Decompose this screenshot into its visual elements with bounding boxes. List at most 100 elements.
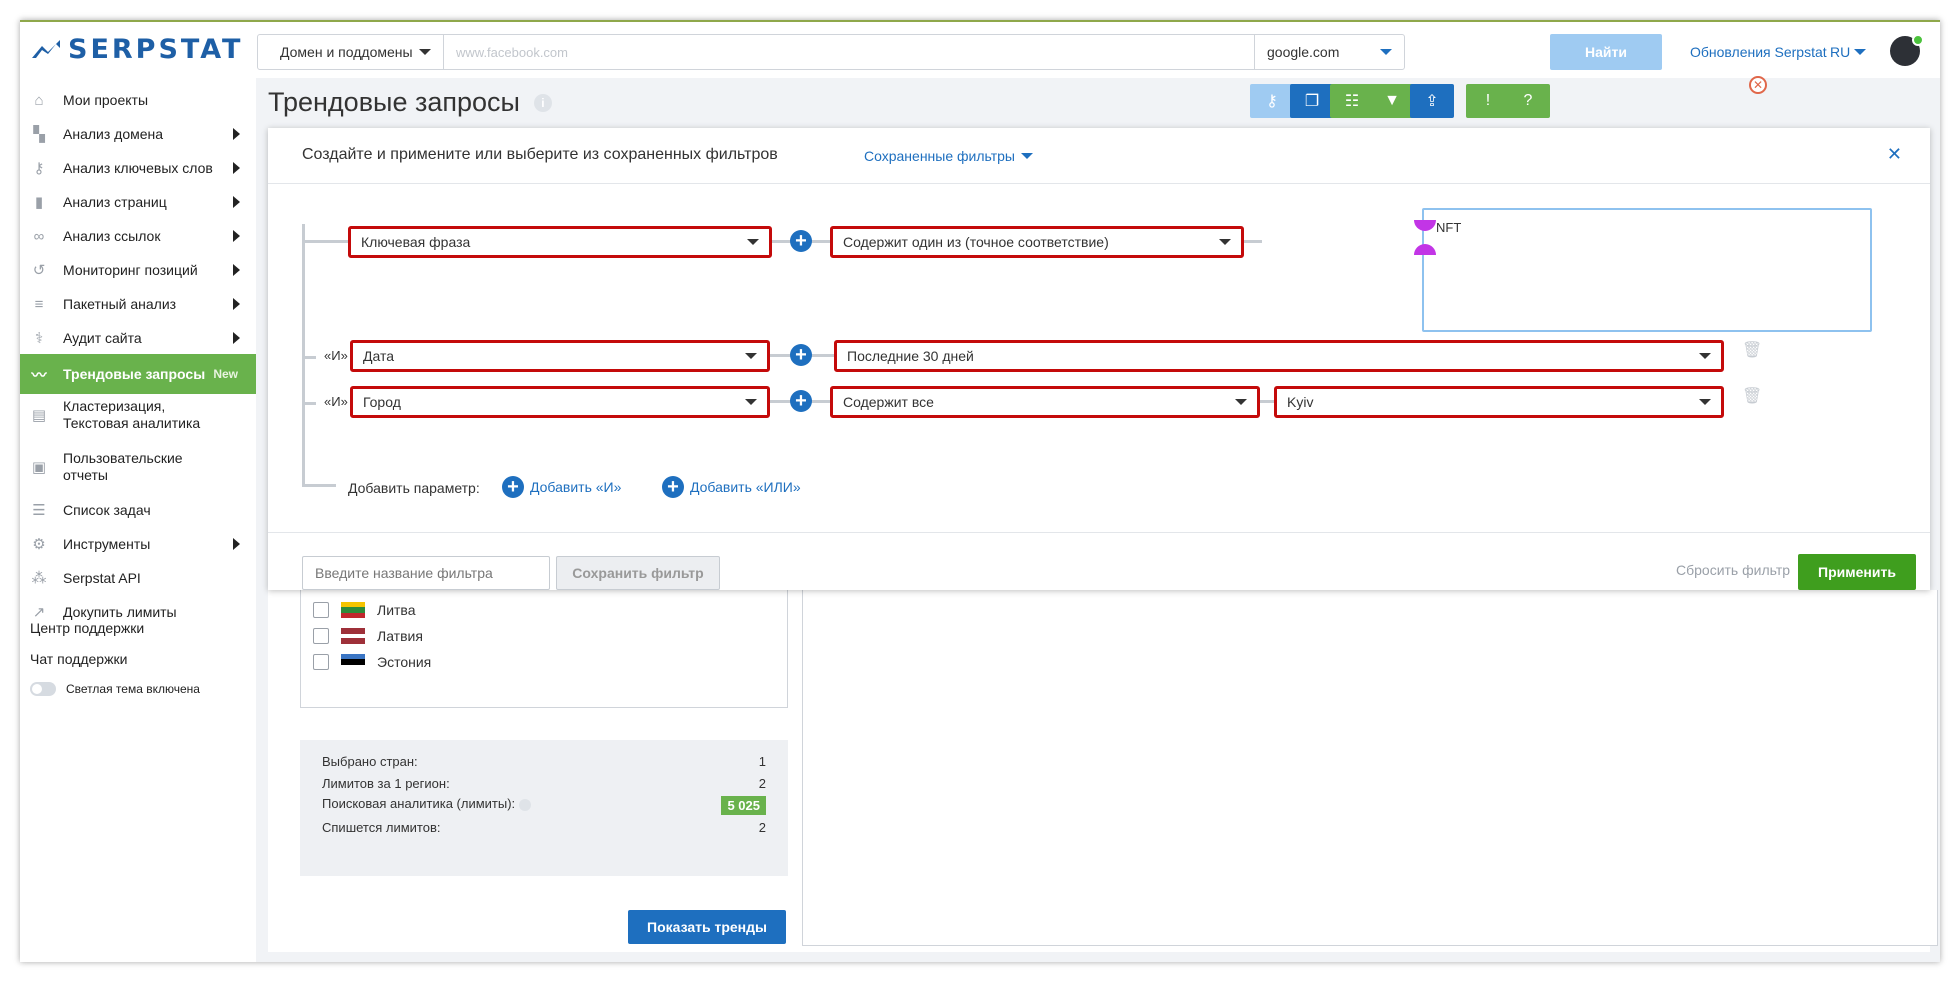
tree-line — [302, 402, 316, 405]
export-tool-button[interactable]: ⇪ — [1410, 84, 1454, 118]
support-center-link[interactable]: Центр поддержки — [30, 620, 144, 636]
sidebar-item-label: Анализ домена — [63, 126, 164, 142]
save-filter-button[interactable]: Сохранить фильтр — [556, 556, 720, 590]
filter-panel-title: Создайте и примените или выберите из сох… — [302, 146, 778, 163]
show-trends-button[interactable]: Показать тренды — [628, 910, 786, 944]
add-and-button[interactable]: + Добавить «И» — [502, 476, 621, 498]
add-and-label: Добавить «И» — [530, 479, 622, 495]
country-checkbox[interactable] — [313, 654, 329, 670]
sidebar-item-label: Мониторинг позиций — [63, 262, 198, 278]
chevron-right-icon — [233, 128, 240, 140]
country-checkbox[interactable] — [313, 602, 329, 618]
list-icon: ☰ — [32, 502, 46, 519]
cluster-icon: ▤ — [31, 406, 47, 424]
country-checkbox[interactable] — [313, 628, 329, 644]
link-icon: ∞ — [33, 227, 45, 245]
toggle-switch[interactable] — [30, 682, 56, 696]
chevron-down-icon — [1235, 399, 1247, 405]
sidebar-item-clustering[interactable]: ▤ Кластеризация, Текстовая аналитика — [20, 392, 256, 438]
filter-condition-select[interactable]: Содержит один из (точное соответствие) — [830, 226, 1244, 258]
keywords-tool-button[interactable]: ⚷ — [1250, 84, 1294, 118]
gear-icon: ⚙ — [32, 536, 46, 553]
list-item[interactable]: Литва — [313, 602, 416, 618]
filter-panel: Создайте и примените или выберите из сох… — [268, 128, 1930, 590]
report-icon: ▣ — [31, 458, 47, 476]
and-connector-label: «И» — [324, 348, 348, 363]
clear-filter-icon[interactable]: ✕ — [1749, 76, 1767, 94]
language-label: RU — [1830, 44, 1851, 60]
domain-search-input[interactable] — [444, 35, 1254, 69]
saved-filters-label: Сохраненные фильтры — [864, 148, 1015, 164]
sidebar-item-trending-queries[interactable]: 〰 Трендовые запросы New — [20, 354, 256, 394]
apply-button[interactable]: Применить — [1798, 554, 1916, 590]
limits-summary: Выбрано стран: 1 Лимитов за 1 регион: 2 … — [300, 740, 788, 876]
updates-link[interactable]: Обновления Serpstat — [1690, 44, 1827, 60]
reset-filter-link[interactable]: Сбросить фильтр — [1676, 562, 1790, 578]
filter-field-select[interactable]: Ключевая фраза — [348, 226, 772, 258]
filter-condition-select[interactable]: Последние 30 дней — [834, 340, 1724, 372]
filter-field-label: Город — [363, 394, 401, 410]
info-icon[interactable]: i — [533, 93, 552, 112]
stat-value: 1 — [758, 754, 766, 769]
sidebar-item-custom-reports[interactable]: ▣ Пользовательские отчеты — [20, 444, 256, 490]
add-condition-icon[interactable]: + — [790, 230, 812, 252]
filter-icon: ▼ — [1384, 92, 1400, 109]
filter-field-label: Дата — [363, 348, 395, 364]
list-item[interactable]: Латвия — [313, 628, 423, 644]
chevron-down-icon — [1699, 399, 1711, 405]
logo-icon — [32, 39, 60, 58]
add-or-button[interactable]: + Добавить «ИЛИ» — [662, 476, 801, 498]
help-button[interactable]: ? — [1506, 84, 1550, 118]
filter-field-select[interactable]: Город — [350, 386, 770, 418]
chevron-right-icon — [233, 264, 240, 276]
chevron-down-icon — [1854, 49, 1867, 55]
close-icon[interactable]: ✕ — [1887, 144, 1902, 165]
and-connector-label: «И» — [324, 394, 348, 409]
new-badge: New — [213, 367, 238, 381]
tree-line — [302, 484, 336, 487]
sidebar-item-label: Анализ ссылок — [63, 228, 161, 244]
sidebar-item-label: Трендовые запросы — [63, 366, 206, 382]
trash-icon[interactable]: 🗑 — [1742, 340, 1762, 360]
chevron-down-icon — [1021, 153, 1033, 159]
copy-icon: ❐ — [1304, 93, 1320, 110]
search-bar: Домен и поддомены google.com — [257, 34, 1405, 70]
search-engine-select[interactable]: google.com — [1254, 35, 1404, 69]
history-icon: ↺ — [32, 262, 46, 279]
add-condition-icon[interactable]: + — [790, 390, 812, 412]
filter-tool-button[interactable]: ▼ — [1370, 84, 1414, 118]
filter-value-label: Kyiv — [1287, 394, 1314, 410]
filter-field-select[interactable]: Дата — [350, 340, 770, 372]
serpstat-logo[interactable]: SERPSTAT — [30, 34, 243, 65]
stat-label: Лимитов за 1 регион: — [322, 776, 450, 791]
stat-row: Поисковая аналитика (лимиты): 5 025 — [322, 796, 766, 815]
filter-condition-select[interactable]: Содержит все — [830, 386, 1260, 418]
chevron-right-icon — [233, 162, 240, 174]
sidebar-item-site-audit[interactable]: ⚕ Аудит сайта — [20, 318, 256, 358]
estonia-flag-icon — [341, 654, 365, 670]
filter-value-select[interactable]: Kyiv — [1274, 386, 1724, 418]
sidebar: ⌂ Мои проекты ▚ Анализ домена ⚷ Анализ к… — [20, 78, 256, 962]
list-item[interactable]: Эстония — [313, 654, 431, 670]
stat-row: Спишется лимитов: 2 — [322, 820, 766, 835]
trash-icon[interactable]: 🗑 — [1742, 386, 1762, 406]
alert-icon: ! — [1485, 92, 1491, 109]
divider — [268, 532, 1930, 533]
lithuania-flag-icon — [341, 602, 365, 618]
sidebar-item-label: Пользовательские отчеты — [63, 450, 183, 483]
chevron-right-icon — [233, 230, 240, 242]
scope-select[interactable]: Домен и поддомены — [258, 35, 444, 69]
add-condition-icon[interactable]: + — [790, 344, 812, 366]
filter-values-textarea[interactable]: NFT — [1422, 208, 1872, 332]
find-button[interactable]: Найти — [1550, 34, 1662, 70]
chevron-right-icon — [233, 298, 240, 310]
language-select[interactable]: RU — [1830, 44, 1867, 60]
theme-toggle[interactable]: Светлая тема включена — [30, 682, 200, 696]
sidebar-item-label: Список задач — [63, 502, 151, 518]
feedback-button[interactable]: ! — [1466, 84, 1510, 118]
copy-tool-button[interactable]: ❐ — [1290, 84, 1334, 118]
support-chat-link[interactable]: Чат поддержки — [30, 651, 127, 667]
filter-name-input[interactable] — [302, 556, 550, 590]
columns-tool-button[interactable]: ☷ — [1330, 84, 1374, 118]
saved-filters-dropdown[interactable]: Сохраненные фильтры — [864, 148, 1033, 164]
